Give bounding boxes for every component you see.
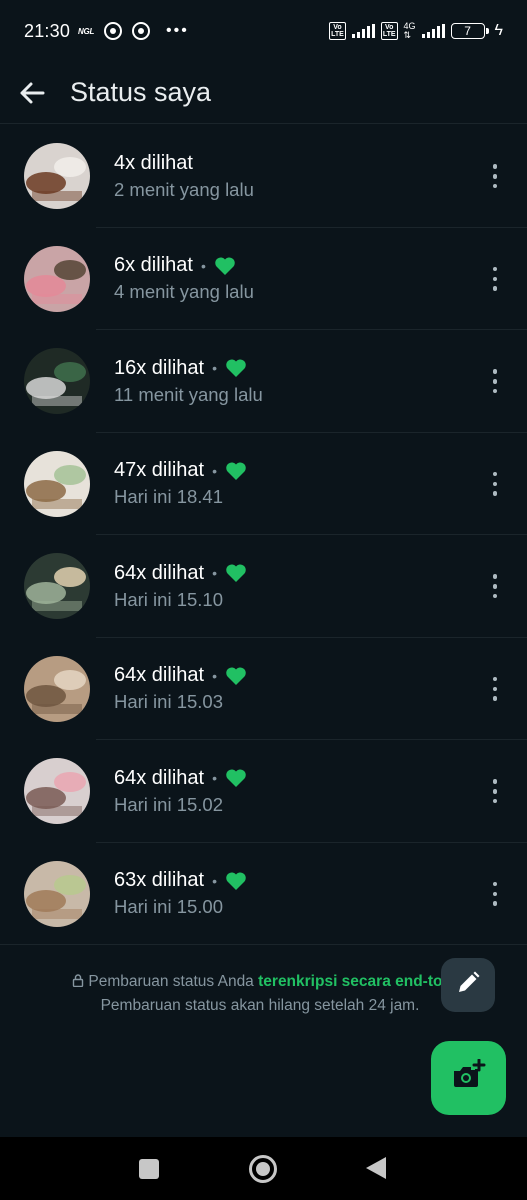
status-time: Hari ini 15.03 (114, 691, 224, 713)
status-thumbnail[interactable] (24, 655, 90, 722)
lock-icon (72, 971, 84, 988)
separator-dot: • (212, 360, 217, 377)
system-status-bar: 21:30 NGL ••• Vo LTE Vo LTE 4G ⇅ 7 ϟ (0, 0, 527, 62)
arrow-left-icon[interactable] (18, 78, 48, 108)
recent-apps-button[interactable] (139, 1159, 159, 1179)
view-count: 6x dilihat (114, 254, 193, 277)
view-count: 64x dilihat (114, 561, 205, 584)
encryption-notice: Pembaruan status Anda terenkripsi secara… (40, 970, 480, 1018)
status-time: 2 menit yang lalu (114, 178, 254, 200)
status-row[interactable]: 63x dilihat • Hari ini 15.00 (0, 843, 527, 946)
separator-dot: • (212, 770, 217, 787)
status-thumbnail[interactable] (24, 758, 90, 825)
more-options-icon[interactable] (485, 469, 505, 499)
more-options-icon[interactable] (485, 571, 505, 601)
status-thumbnail[interactable] (24, 245, 90, 312)
status-thumbnail[interactable] (24, 143, 90, 210)
status-time: Hari ini 15.02 (114, 793, 224, 815)
heart-icon (225, 563, 247, 583)
add-photo-status-button[interactable] (431, 1041, 506, 1115)
battery-level: 7 (464, 24, 471, 38)
status-row[interactable]: 4x dilihat 2 menit yang lalu (0, 125, 527, 228)
battery-icon: 7 (450, 23, 489, 39)
status-row[interactable]: 64x dilihat • Hari ini 15.03 (0, 638, 527, 741)
notice-expiry-text: Pembaruan status akan hilang setelah 24 … (100, 997, 420, 1014)
more-options-icon[interactable] (485, 776, 505, 806)
separator-dot: • (212, 462, 217, 479)
volte-icon: Vo LTE (329, 22, 346, 40)
volte-icon-2: Vo LTE (380, 22, 398, 40)
view-count: 47x dilihat (114, 459, 205, 482)
more-options-icon[interactable] (485, 366, 505, 396)
clock: 21:30 (24, 20, 71, 41)
view-count: 64x dilihat (114, 766, 205, 789)
heart-icon (225, 461, 247, 481)
status-thumbnail[interactable] (24, 860, 90, 927)
status-row[interactable]: 64x dilihat • Hari ini 15.02 (0, 740, 527, 843)
app-header: Status saya (0, 62, 527, 124)
status-list: 4x dilihat 2 menit yang lalu 6x dilihat … (0, 125, 527, 945)
status-time: 4 menit yang lalu (114, 281, 254, 303)
status-row[interactable]: 6x dilihat • 4 menit yang lalu (0, 228, 527, 331)
pencil-icon (455, 970, 481, 1001)
system-navigation-bar (0, 1137, 527, 1200)
heart-icon (225, 871, 247, 891)
heart-icon (214, 256, 236, 276)
separator-dot: • (212, 667, 217, 684)
more-options-icon[interactable] (485, 879, 505, 909)
separator-dot: • (200, 257, 206, 274)
ngl-notification-icon: NGL (78, 26, 95, 36)
whatsapp-notification-icon-2 (132, 22, 151, 40)
status-time: Hari ini 15.10 (114, 588, 224, 610)
home-button[interactable] (249, 1155, 277, 1183)
more-options-icon[interactable] (485, 264, 505, 294)
view-count: 63x dilihat (114, 869, 205, 892)
status-time: Hari ini 18.41 (114, 486, 224, 508)
signal-icon (351, 24, 375, 38)
camera-plus-icon (451, 1058, 487, 1098)
back-button[interactable] (366, 1157, 386, 1179)
more-options-icon[interactable] (485, 674, 505, 704)
more-notifications-icon: ••• (166, 22, 189, 39)
network-type: 4G ⇅ (403, 21, 416, 40)
separator-dot: • (212, 565, 217, 582)
status-thumbnail[interactable] (24, 553, 90, 620)
view-count: 64x dilihat (114, 664, 205, 687)
whatsapp-notification-icon (104, 22, 123, 40)
separator-dot: • (212, 872, 217, 889)
charging-icon: ϟ (494, 22, 503, 39)
notice-text: Pembaruan status Anda (88, 973, 259, 990)
heart-icon (225, 768, 247, 788)
view-count: 4x dilihat (114, 151, 193, 174)
screen: 21:30 NGL ••• Vo LTE Vo LTE 4G ⇅ 7 ϟ Sta… (0, 0, 527, 1200)
encryption-link[interactable]: terenkripsi secara end-to- (258, 973, 448, 990)
status-thumbnail[interactable] (24, 348, 90, 415)
view-count: 16x dilihat (114, 356, 205, 379)
status-row[interactable]: 64x dilihat • Hari ini 15.10 (0, 535, 527, 638)
status-row[interactable]: 16x dilihat • 11 menit yang lalu (0, 330, 527, 433)
signal-icon-2 (421, 24, 445, 38)
status-thumbnail[interactable] (24, 450, 90, 517)
heart-icon (225, 358, 247, 378)
status-time: Hari ini 15.00 (114, 896, 224, 918)
status-time: 11 menit yang lalu (114, 383, 263, 405)
heart-icon (225, 666, 247, 686)
status-row[interactable]: 47x dilihat • Hari ini 18.41 (0, 433, 527, 536)
page-title: Status saya (70, 77, 212, 107)
more-options-icon[interactable] (485, 161, 505, 191)
write-text-status-button[interactable] (441, 958, 495, 1012)
